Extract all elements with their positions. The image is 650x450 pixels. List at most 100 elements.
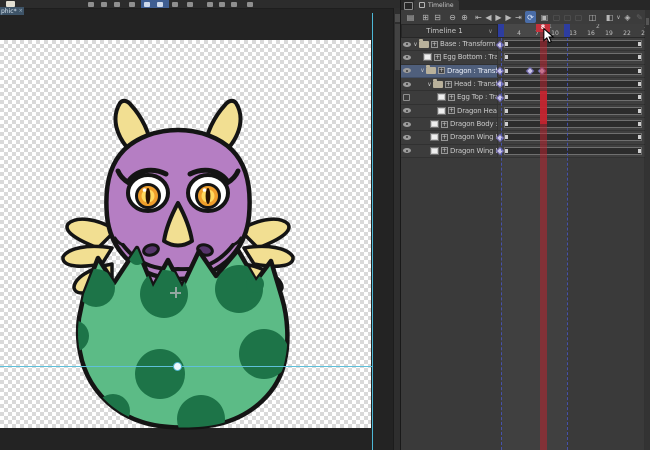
onion-skin-dropdown-icon[interactable]: ∨: [615, 11, 622, 23]
expand-chevron-icon[interactable]: ∨: [412, 41, 419, 48]
go-to-end-icon[interactable]: ⇥: [513, 11, 524, 23]
expand-properties-button[interactable]: [434, 54, 441, 61]
transform-guide-vertical[interactable]: [372, 13, 373, 450]
keyframe-diamond[interactable]: [496, 40, 504, 48]
layer-track[interactable]: [498, 65, 650, 78]
clip-bar[interactable]: [504, 133, 642, 141]
visibility-eye-icon[interactable]: [401, 108, 412, 113]
keyframe-diamond[interactable]: [496, 80, 504, 88]
expand-properties-button[interactable]: [441, 121, 448, 128]
clip-bar[interactable]: [504, 107, 642, 115]
app-toolbar-icon[interactable]: [231, 2, 237, 7]
layer-track[interactable]: [498, 118, 650, 131]
layer-label-cell[interactable]: Dragon Wing Right : Transform: [401, 145, 498, 158]
cel-option-icon[interactable]: ▢: [562, 11, 573, 23]
loop-play-icon[interactable]: ⟳: [525, 11, 536, 23]
transform-handle[interactable]: [173, 362, 182, 371]
expand-properties-button[interactable]: [448, 94, 455, 101]
layer-track[interactable]: [498, 91, 650, 104]
transform-guide-horizontal[interactable]: [0, 366, 372, 367]
visibility-eye-icon[interactable]: [401, 122, 412, 127]
scrollbar-thumb[interactable]: [646, 18, 649, 25]
app-toolbar-icon[interactable]: [129, 2, 135, 7]
layer-label-cell[interactable]: ∨Dragon : Transform: [401, 65, 498, 78]
app-toolbar-icon[interactable]: [114, 2, 120, 7]
visibility-eye-icon[interactable]: [401, 135, 412, 140]
layer-track[interactable]: [498, 145, 650, 158]
layer-label-cell[interactable]: Dragon Wing Left : Transform: [401, 131, 498, 144]
playhead-frame-badge[interactable]: 8: [536, 24, 550, 32]
layer-label-cell[interactable]: Dragon Head : Transform: [401, 105, 498, 118]
timeline-select-dropdown[interactable]: Timeline 1 ∨: [401, 24, 498, 38]
app-toolbar-icon[interactable]: [247, 2, 253, 7]
clip-bar[interactable]: [504, 93, 642, 101]
clip-bar[interactable]: [504, 53, 642, 61]
expand-properties-button[interactable]: [445, 81, 452, 88]
panel-list-icon[interactable]: [404, 2, 413, 10]
close-icon[interactable]: ×: [19, 8, 23, 14]
new-animation-cel-icon[interactable]: ▣: [539, 11, 550, 23]
timeline-layer-row[interactable]: ∨Head : Transform: [401, 78, 650, 91]
end-marker[interactable]: [564, 24, 570, 38]
expand-properties-button[interactable]: [438, 67, 445, 74]
timeline-layer-row[interactable]: Dragon Wing Left : Transform: [401, 131, 650, 144]
expand-properties-button[interactable]: [431, 41, 438, 48]
timeline-layer-row[interactable]: ∨Dragon : Transform: [401, 65, 650, 78]
zoom-in-icon[interactable]: ⊕: [459, 11, 470, 23]
visibility-off-box[interactable]: [401, 94, 412, 101]
batch-specify-cels-icon[interactable]: ◫: [587, 11, 598, 23]
delete-frame-icon[interactable]: ⊟: [432, 11, 443, 23]
keyframe-diamond[interactable]: [496, 147, 504, 155]
visibility-eye-icon[interactable]: [401, 42, 412, 47]
layer-track[interactable]: [498, 78, 650, 91]
timeline-menu-icon[interactable]: ▤: [405, 11, 416, 23]
cel-option-icon[interactable]: ▢: [551, 11, 562, 23]
expand-properties-button[interactable]: [441, 134, 448, 141]
visibility-eye-icon[interactable]: [401, 148, 412, 153]
visibility-eye-icon[interactable]: [401, 55, 412, 60]
layer-label-cell[interactable]: ∨Head : Transform: [401, 78, 498, 91]
timeline-layer-row[interactable]: Egg Top : Transform: [401, 91, 650, 104]
timeline-layer-row[interactable]: Egg Bottom : Transform: [401, 51, 650, 64]
clip-bar[interactable]: [504, 40, 642, 48]
expand-properties-button[interactable]: [448, 107, 455, 114]
layer-label-cell[interactable]: Egg Bottom : Transform: [401, 51, 498, 64]
visibility-eye-icon[interactable]: [401, 68, 412, 73]
app-toolbar-icon[interactable]: [88, 2, 94, 7]
layer-label-cell[interactable]: Dragon Body : Transform: [401, 118, 498, 131]
cel-option-icon[interactable]: ▢: [573, 11, 584, 23]
clip-bar[interactable]: [504, 147, 642, 155]
layer-label-cell[interactable]: ∨Base : Transform: [401, 38, 498, 51]
app-toolbar-icon[interactable]: [101, 2, 107, 7]
clip-bar[interactable]: [504, 80, 642, 88]
expand-chevron-icon[interactable]: ∨: [419, 67, 426, 74]
timeline-scrollbar[interactable]: [645, 10, 650, 450]
keyframe-diamond[interactable]: [496, 67, 504, 75]
layer-track[interactable]: [498, 38, 650, 51]
layer-label-cell[interactable]: Egg Top : Transform: [401, 91, 498, 104]
app-toolbar-icon[interactable]: [187, 2, 193, 7]
document-tab[interactable]: phic* ×: [0, 7, 24, 15]
frame-ruler[interactable]: 0123147101316192225: [498, 24, 650, 38]
app-toolbar-icon[interactable]: [207, 2, 213, 7]
visibility-eye-icon[interactable]: [401, 82, 412, 87]
timeline-layer-row[interactable]: Dragon Head : Transform: [401, 105, 650, 118]
start-marker[interactable]: [498, 24, 504, 38]
clip-bar[interactable]: [504, 120, 642, 128]
transparent-canvas-page[interactable]: [0, 40, 371, 428]
layer-track[interactable]: [498, 51, 650, 64]
layer-track[interactable]: [498, 131, 650, 144]
layer-track[interactable]: [498, 105, 650, 118]
expand-chevron-icon[interactable]: ∨: [426, 81, 433, 88]
app-toolbar-icon[interactable]: [172, 2, 178, 7]
rotation-center-icon[interactable]: [170, 287, 181, 298]
expand-properties-button[interactable]: [441, 147, 448, 154]
keyframe-diamond[interactable]: [496, 134, 504, 142]
insert-frame-icon[interactable]: ⊞: [420, 11, 431, 23]
keyframe-diamond[interactable]: [496, 94, 504, 102]
timeline-layer-row[interactable]: Dragon Wing Right : Transform: [401, 145, 650, 158]
timeline-layer-row[interactable]: Dragon Body : Transform: [401, 118, 650, 131]
zoom-out-icon[interactable]: ⊖: [447, 11, 458, 23]
app-toolbar-icon[interactable]: [219, 2, 225, 7]
canvas-area[interactable]: phic* ×: [0, 0, 400, 450]
